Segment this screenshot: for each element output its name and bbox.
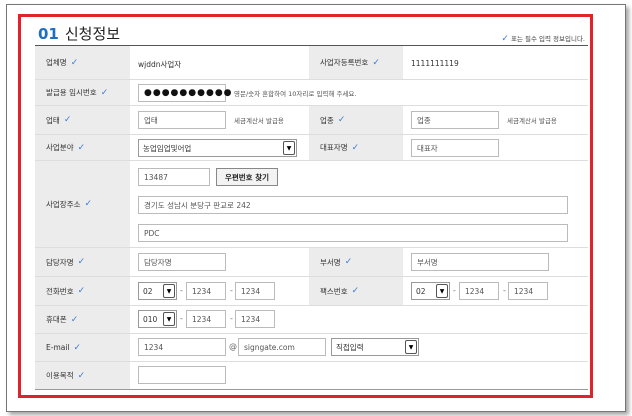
check-icon: ✓ bbox=[73, 342, 82, 353]
mobile-last-input[interactable]: 1234 bbox=[235, 310, 275, 328]
biz-type-input[interactable]: 업태 bbox=[138, 111, 226, 129]
dash: - bbox=[503, 286, 506, 295]
fax-prefix-value: 02 bbox=[416, 286, 426, 296]
label-email: E-mail ✓ bbox=[35, 334, 130, 361]
dash: - bbox=[180, 314, 183, 323]
label-biz-type-text: 업태 bbox=[46, 115, 60, 125]
label-purpose-text: 이용목적 bbox=[46, 371, 74, 380]
mobile-prefix-select[interactable]: 010 ▼ bbox=[138, 310, 177, 328]
label-mobile-text: 휴대폰 bbox=[46, 315, 67, 324]
company-value: wjddn사업자 bbox=[138, 60, 182, 69]
check-icon: ✓ bbox=[70, 57, 79, 68]
label-dept-text: 부서명 bbox=[320, 257, 341, 267]
biz-item-input[interactable]: 업종 bbox=[411, 111, 499, 129]
purpose-input[interactable] bbox=[138, 366, 226, 384]
required-note-text: 표는 필수 입력 정보입니다. bbox=[510, 35, 585, 43]
check-icon: ✓ bbox=[77, 142, 86, 153]
label-address-text: 사업장주소 bbox=[46, 199, 81, 209]
manager-input[interactable]: 담당자명 bbox=[138, 253, 226, 271]
label-company: 업체명 ✓ bbox=[35, 46, 130, 79]
label-fax-text: 팩스번호 bbox=[320, 286, 348, 296]
address2-input[interactable]: PDC bbox=[138, 224, 568, 242]
label-ceo-text: 대표자명 bbox=[320, 143, 348, 152]
biz-no-value: 1111111119 bbox=[411, 59, 459, 68]
fax-last-input[interactable]: 1234 bbox=[508, 282, 548, 300]
label-phone-text: 전화번호 bbox=[46, 286, 74, 296]
chevron-down-icon: ▼ bbox=[436, 284, 448, 298]
label-phone: 전화번호 ✓ bbox=[35, 277, 130, 305]
email-id-input[interactable]: 1234 bbox=[138, 338, 226, 356]
label-biz-item-text: 업종 bbox=[320, 115, 334, 125]
label-biz-no-text: 사업자등록번호 bbox=[320, 58, 369, 67]
label-temp-pw-text: 발급용 임시번호 bbox=[46, 88, 97, 97]
check-icon: ✓ bbox=[77, 370, 86, 381]
phone-last-input[interactable]: 1234 bbox=[235, 282, 275, 300]
check-icon: ✓ bbox=[77, 286, 86, 296]
label-field-text: 사업분야 bbox=[46, 143, 74, 152]
label-address: 사업장주소 ✓ bbox=[35, 161, 130, 247]
label-fax: 팩스번호 ✓ bbox=[309, 277, 403, 305]
label-field: 사업분야 ✓ bbox=[35, 135, 130, 160]
zipcode-search-button[interactable]: 우편번호 찾기 bbox=[216, 168, 278, 186]
check-icon: ✓ bbox=[63, 115, 72, 125]
label-email-text: E-mail bbox=[46, 343, 70, 352]
temp-pw-input[interactable]: ●●●●●●●●●● bbox=[138, 84, 232, 102]
check-icon: ✓ bbox=[351, 286, 360, 296]
email-domain-select-value: 직접입력 bbox=[336, 342, 364, 352]
mobile-mid-input[interactable]: 1234 bbox=[186, 310, 226, 328]
check-icon: ✓ bbox=[337, 115, 346, 125]
label-manager: 담당자명 ✓ bbox=[35, 248, 130, 276]
section-title-text: 신청정보 bbox=[64, 25, 121, 43]
check-icon: ✓ bbox=[344, 257, 353, 267]
section-title: 01 신청정보 bbox=[38, 23, 120, 44]
label-biz-type: 업태 ✓ bbox=[35, 106, 130, 134]
fax-prefix-select[interactable]: 02 ▼ bbox=[411, 282, 450, 300]
check-icon: ✓ bbox=[372, 57, 380, 68]
chevron-down-icon: ▼ bbox=[163, 312, 175, 326]
label-company-text: 업체명 bbox=[46, 58, 67, 67]
label-biz-no: 사업자등록번호 ✓ bbox=[309, 46, 403, 79]
email-domain-select[interactable]: 직접입력 ▼ bbox=[331, 338, 419, 356]
ceo-input[interactable]: 대표자 bbox=[411, 139, 499, 157]
fax-mid-input[interactable]: 1234 bbox=[459, 282, 499, 300]
section-number: 01 bbox=[38, 25, 59, 43]
phone-prefix-select[interactable]: 02 ▼ bbox=[138, 282, 177, 300]
dept-input[interactable]: 부서명 bbox=[411, 253, 549, 271]
table-bottom-rule bbox=[35, 389, 588, 390]
dash: - bbox=[453, 286, 456, 295]
check-icon: ✓ bbox=[351, 142, 360, 153]
check-icon: ✓ bbox=[70, 314, 79, 325]
chevron-down-icon: ▼ bbox=[163, 284, 175, 298]
email-at-sign: @ bbox=[229, 342, 237, 351]
check-icon: ✓ bbox=[84, 199, 93, 209]
label-dept: 부서명 ✓ bbox=[309, 248, 403, 276]
label-mobile: 휴대폰 ✓ bbox=[35, 306, 130, 333]
field-select-value: 농업임업및어업 bbox=[143, 143, 192, 153]
label-temp-pw: 발급용 임시번호 ✓ bbox=[35, 80, 130, 105]
dash: - bbox=[230, 286, 233, 295]
label-biz-item: 업종 ✓ bbox=[309, 106, 403, 134]
chevron-down-icon: ▼ bbox=[405, 340, 417, 354]
address1-input[interactable]: 경기도 성남시 분당구 판교로 242 bbox=[138, 196, 568, 214]
check-icon: ✓ bbox=[501, 34, 509, 44]
mobile-prefix-value: 010 bbox=[143, 314, 158, 324]
label-manager-text: 담당자명 bbox=[46, 257, 74, 267]
label-ceo: 대표자명 ✓ bbox=[309, 135, 403, 160]
required-note: ✓ 표는 필수 입력 정보입니다. bbox=[501, 33, 585, 44]
biz-item-hint: 세금계산서 발급용 bbox=[507, 117, 557, 125]
phone-prefix-value: 02 bbox=[143, 286, 153, 296]
field-select[interactable]: 농업임업및어업 ▼ bbox=[138, 139, 297, 157]
dash: - bbox=[230, 314, 233, 323]
check-icon: ✓ bbox=[100, 87, 109, 98]
check-icon: ✓ bbox=[77, 257, 86, 267]
chevron-down-icon: ▼ bbox=[283, 141, 295, 155]
email-domain-input[interactable]: signgate.com bbox=[238, 338, 326, 356]
zipcode-input[interactable]: 13487 bbox=[138, 168, 210, 186]
phone-mid-input[interactable]: 1234 bbox=[186, 282, 226, 300]
temp-pw-hint: 영문/숫자 혼합하여 10자리로 입력해 주세요. bbox=[234, 90, 357, 98]
biz-type-hint: 세금계산서 발급용 bbox=[234, 117, 284, 125]
label-purpose: 이용목적 ✓ bbox=[35, 362, 130, 389]
dash: - bbox=[180, 286, 183, 295]
